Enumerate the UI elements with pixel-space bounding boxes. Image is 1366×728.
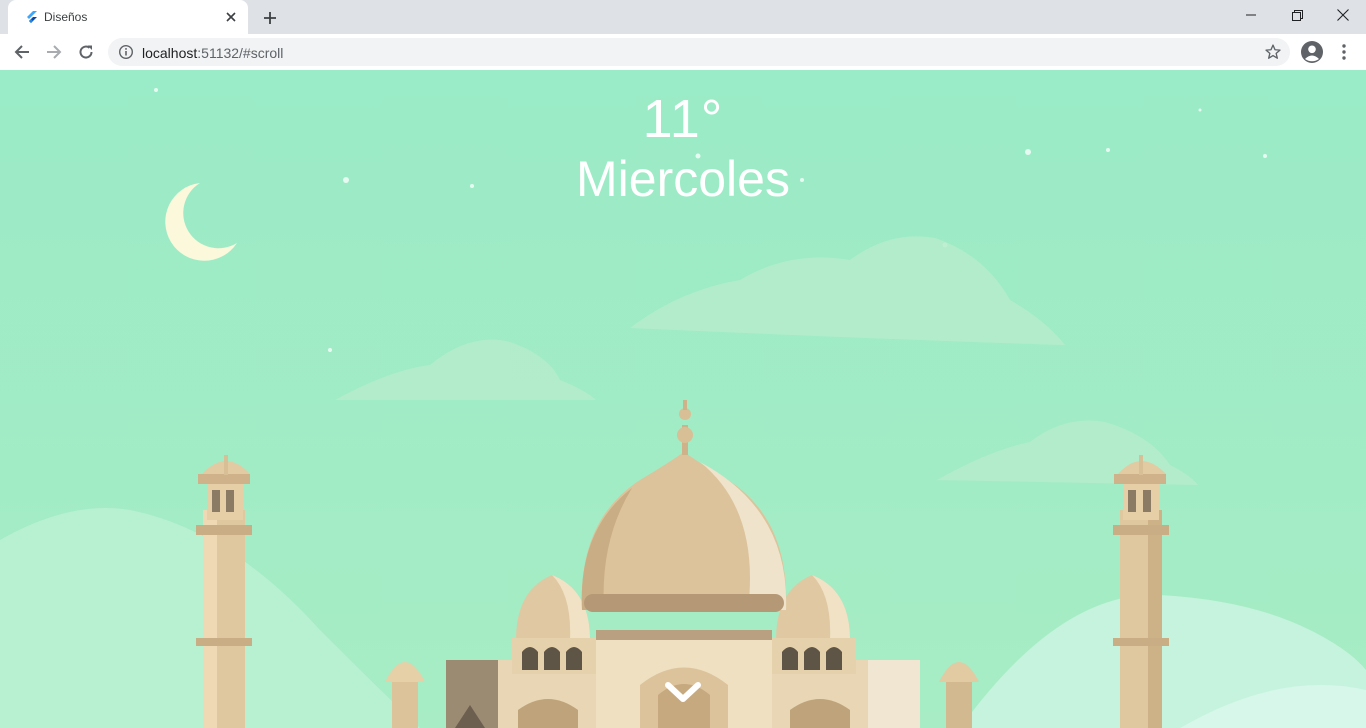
restore-icon bbox=[1291, 9, 1303, 21]
close-icon bbox=[1337, 9, 1349, 21]
chevron-down-icon[interactable] bbox=[664, 680, 702, 706]
url-text[interactable]: localhost:51132/#scroll bbox=[142, 45, 283, 61]
back-button[interactable] bbox=[8, 38, 36, 66]
close-window-button[interactable] bbox=[1320, 0, 1366, 30]
browser-chrome: Diseños localhost:51132/#scroll bbox=[0, 0, 1366, 70]
flutter-icon bbox=[27, 11, 37, 23]
tab-strip: Diseños bbox=[0, 0, 1366, 34]
menu-button[interactable] bbox=[1330, 38, 1358, 66]
profile-button[interactable] bbox=[1298, 38, 1326, 66]
address-bar[interactable]: localhost:51132/#scroll bbox=[108, 38, 1290, 66]
browser-tab[interactable]: Diseños bbox=[8, 0, 248, 34]
temperature-label: 11° bbox=[642, 89, 724, 149]
kebab-menu-icon bbox=[1342, 44, 1346, 60]
url-host: localhost bbox=[142, 45, 198, 61]
page-viewport[interactable]: 11° Miercoles bbox=[0, 70, 1366, 728]
plus-icon bbox=[264, 12, 276, 24]
tab-close-icon[interactable] bbox=[222, 8, 240, 26]
reload-icon bbox=[79, 45, 93, 59]
restore-button[interactable] bbox=[1274, 0, 1320, 30]
browser-toolbar: localhost:51132/#scroll bbox=[0, 34, 1366, 70]
minimize-button[interactable] bbox=[1228, 0, 1274, 30]
profile-icon bbox=[1301, 41, 1323, 63]
new-tab-button[interactable] bbox=[258, 6, 282, 30]
reload-button[interactable] bbox=[72, 38, 100, 66]
back-arrow-icon bbox=[14, 45, 29, 59]
url-path: :51132/#scroll bbox=[197, 45, 284, 61]
forward-arrow-icon bbox=[47, 45, 62, 59]
tab-title: Diseños bbox=[44, 10, 88, 24]
star-icon[interactable] bbox=[1264, 43, 1282, 61]
forward-button[interactable] bbox=[40, 38, 68, 66]
minimize-icon bbox=[1246, 14, 1256, 16]
day-label: Miercoles bbox=[576, 151, 790, 207]
info-icon[interactable] bbox=[118, 44, 134, 60]
